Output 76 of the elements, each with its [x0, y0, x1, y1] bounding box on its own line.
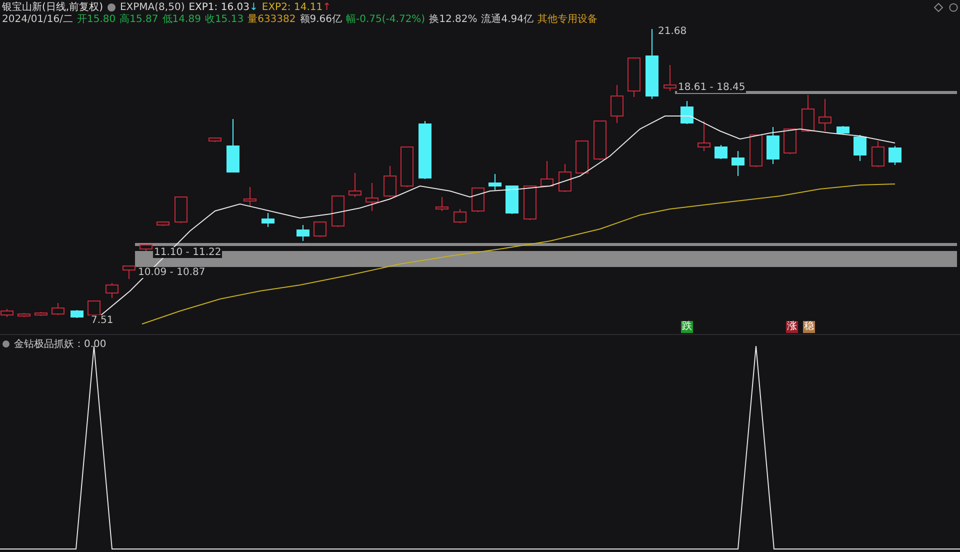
indicator-title: 金钻极品抓妖：0.00: [14, 338, 106, 351]
candlestick: [156, 222, 170, 226]
candlestick: [714, 144, 728, 160]
diamond-icon[interactable]: [934, 2, 943, 12]
candlestick: [400, 146, 414, 188]
candlestick: [854, 134, 866, 162]
signal-marker: 跌: [681, 321, 693, 333]
price-label: 21.68: [657, 26, 688, 37]
candlestick: [366, 182, 378, 212]
candlestick: [646, 28, 658, 100]
stock-title: 银宝山新(日线,前复权): [2, 0, 103, 14]
price-label: 11.10 - 11.22: [153, 247, 222, 258]
candlestick: [418, 120, 432, 180]
candlestick: [664, 64, 676, 92]
date-label: 2024/01/16/二: [2, 13, 74, 26]
candlestick: [70, 310, 84, 318]
candlestick: [122, 266, 136, 280]
quote-value: 换12.82%: [429, 13, 478, 26]
candlestick: [208, 138, 222, 142]
quote-value: 流通4.94亿: [481, 12, 534, 26]
candlestick: [314, 222, 326, 238]
candlestick: [506, 186, 518, 214]
candlestick: [332, 196, 344, 228]
candlestick: [454, 208, 466, 224]
candlestick: [818, 98, 832, 132]
indicator-value: EXP1: 16.03: [188, 2, 250, 12]
trend-arrow: ↑: [322, 2, 332, 12]
candlestick: [524, 186, 536, 220]
candlestick: [540, 160, 554, 188]
price-label: 7.51: [90, 315, 114, 326]
candlestick: [384, 166, 396, 198]
candlestick: [348, 172, 362, 198]
candlestick: [174, 196, 188, 224]
candlestick: [698, 120, 710, 152]
candlestick: [594, 120, 606, 160]
quote-value: 开15.80: [77, 13, 116, 26]
price-label: 10.09 - 10.87: [137, 267, 206, 278]
candlestick: [836, 126, 850, 134]
candlestick: [106, 282, 118, 298]
quote-value: 低14.89: [162, 13, 201, 26]
candlestick: [766, 126, 780, 164]
indicator-name: EXPMA(8,50): [120, 2, 185, 12]
quote-value: 量633382: [248, 13, 296, 26]
circle-icon[interactable]: [949, 2, 958, 12]
candlestick: [52, 302, 64, 316]
candlestick: [732, 150, 744, 176]
candlestick: [262, 212, 274, 228]
quote-value: 其他专用设备: [538, 12, 598, 26]
signal-marker: 稳: [803, 321, 815, 333]
candlestick: [488, 174, 502, 190]
candlestick: [872, 140, 884, 168]
quote-value: 收15.13: [204, 13, 244, 26]
candlestick: [576, 140, 588, 174]
trend-arrow: ↓: [249, 2, 258, 12]
candlestick: [610, 84, 624, 124]
quote-value: 幅-0.75(-4.72%): [346, 13, 426, 26]
candlestick: [784, 128, 796, 154]
candlestick: [140, 244, 152, 252]
candlestick: [34, 312, 48, 316]
candlestick: [558, 164, 572, 192]
candlestick: [680, 100, 694, 124]
candlestick: [802, 94, 814, 132]
indicator-value: EXP2: 14.11: [262, 2, 323, 12]
candlestick: [18, 312, 30, 318]
candlestick: [244, 186, 256, 206]
signal-marker: 涨: [786, 321, 798, 333]
quote-value: 额9.66亿: [300, 12, 342, 26]
candlestick: [750, 134, 762, 168]
price-label: 18.61 - 18.45: [677, 82, 746, 93]
candlestick: [628, 58, 640, 98]
quote-value: 高15.87: [120, 12, 158, 26]
candlestick: [472, 188, 484, 212]
candlestick: [888, 146, 902, 166]
candlestick: [226, 118, 240, 172]
candlestick: [296, 224, 310, 242]
candlestick: [436, 196, 448, 212]
